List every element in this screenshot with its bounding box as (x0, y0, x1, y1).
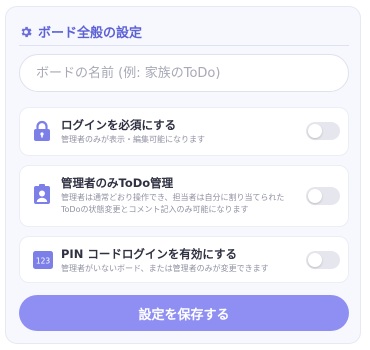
setting-label: PIN コードログインを有効にする (61, 247, 237, 261)
pin-login-toggle[interactable] (306, 251, 340, 269)
board-settings-panel: ボード全般の設定 ログインを必須にする 管理者のみが表示・編集可能になります (5, 6, 361, 344)
setting-pin-login: 123 PIN コードログインを有効にする 管理者がいないボード、または管理者の… (19, 236, 349, 283)
setting-description-line1: 管理者は通常どおり操作でき、担当者は自分に割り当てられた (61, 193, 285, 202)
svg-text:123: 123 (36, 257, 51, 266)
setting-description: 管理者がいないボード、または管理者のみが変更できます (61, 264, 269, 273)
save-settings-button[interactable]: 設定を保存する (19, 295, 349, 331)
toggle-knob (308, 253, 322, 267)
setting-require-login: ログインを必須にする 管理者のみが表示・編集可能になります (19, 107, 349, 156)
toggle-knob (308, 189, 322, 203)
setting-description-line2: ToDoの状態変更とコメント記入のみ可能になります (61, 205, 249, 214)
user-badge-icon (33, 183, 51, 205)
pin-123-icon: 123 (33, 251, 53, 269)
admin-only-todo-toggle[interactable] (306, 187, 340, 205)
setting-description: 管理者のみが表示・編集可能になります (61, 135, 205, 144)
setting-admin-only-todo: 管理者のみToDo管理 管理者は通常どおり操作でき、担当者は自分に割り当てられた… (19, 165, 349, 227)
gear-icon (19, 25, 33, 39)
lock-icon (33, 120, 51, 142)
section-title: ボード全般の設定 (38, 26, 143, 41)
setting-label: 管理者のみToDo管理 (61, 176, 174, 190)
board-name-input[interactable] (19, 54, 349, 92)
section-header: ボード全般の設定 (19, 18, 349, 46)
toggle-knob (308, 124, 322, 138)
require-login-toggle[interactable] (306, 122, 340, 140)
setting-label: ログインを必須にする (61, 118, 177, 132)
